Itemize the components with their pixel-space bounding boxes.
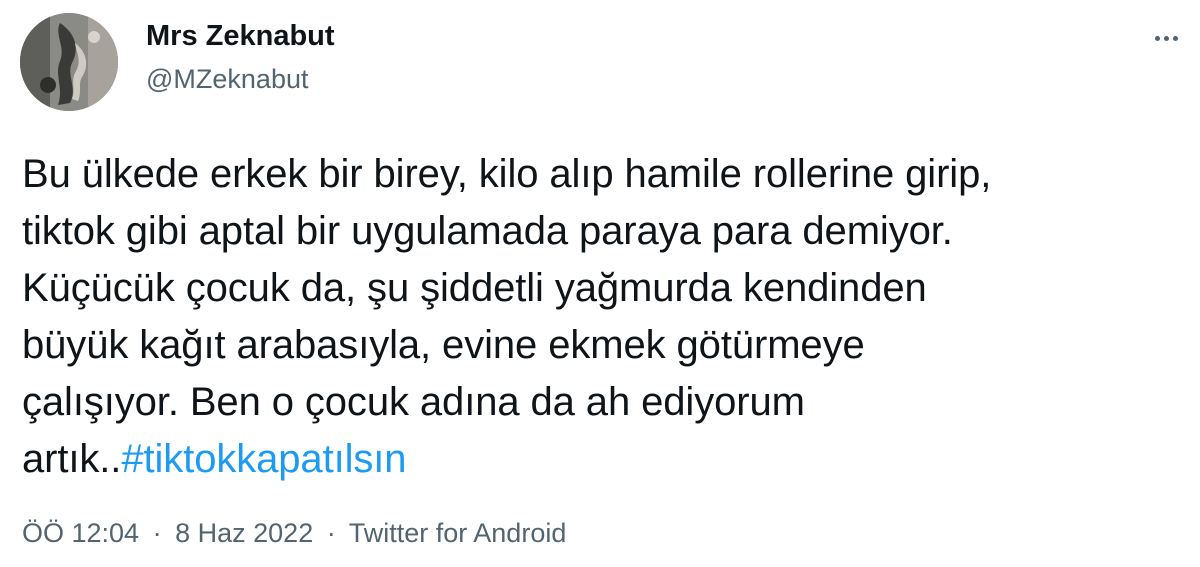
hashtag-link[interactable]: #tiktokkapatılsın <box>121 437 406 481</box>
separator: · <box>152 518 162 548</box>
tweet-date[interactable]: 8 Haz 2022 <box>175 518 313 548</box>
author-block: Mrs Zeknabut @MZeknabut <box>146 18 335 96</box>
more-horizontal-icon <box>1154 35 1160 41</box>
more-horizontal-icon <box>1172 35 1178 41</box>
tweet-text-line: Küçücük çocuk da, şu şiddetli yağmurda k… <box>22 266 927 310</box>
tweet-card: Mrs Zeknabut @MZeknabut Bu ülkede erkek … <box>0 0 1200 567</box>
tweet-text-line: çalışıyor. Ben o çocuk adına da ah ediyo… <box>22 380 805 424</box>
author-handle[interactable]: @MZeknabut <box>146 62 335 96</box>
tweet-text-line: tiktok gibi aptal bir uygulamada paraya … <box>22 209 953 253</box>
tweet-text-line: Bu ülkede erkek bir birey, kilo alıp ham… <box>22 152 992 196</box>
tweet-text: Bu ülkede erkek bir birey, kilo alıp ham… <box>22 146 1182 488</box>
tweet-source[interactable]: Twitter for Android <box>349 518 567 548</box>
tweet-text-line: büyük kağıt arabasıyla, evine ekmek götü… <box>22 323 865 367</box>
avatar[interactable] <box>20 13 118 111</box>
tweet-time[interactable]: ÖÖ 12:04 <box>22 518 139 548</box>
separator: · <box>326 518 336 548</box>
tweet-text-fragment: artık.. <box>22 437 122 481</box>
tweet-text-last-line: artık..#tiktokkapatılsın <box>22 431 1182 488</box>
author-display-name[interactable]: Mrs Zeknabut <box>146 18 335 54</box>
more-horizontal-icon <box>1163 35 1169 41</box>
tweet-metadata: ÖÖ 12:04 · 8 Haz 2022 · Twitter for Andr… <box>22 516 566 550</box>
more-options-button[interactable] <box>1146 18 1186 58</box>
avatar-image <box>20 13 118 111</box>
